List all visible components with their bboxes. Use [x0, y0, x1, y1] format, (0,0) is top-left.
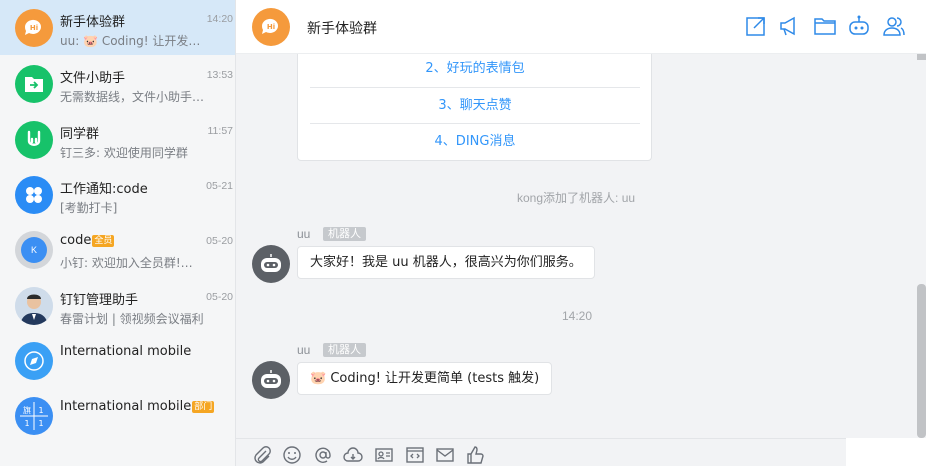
- emoji-icon[interactable]: [282, 445, 302, 465]
- scrollbar-top[interactable]: [917, 54, 926, 60]
- four-petal-icon: [26, 187, 42, 203]
- conversation-name-text: code: [60, 233, 92, 248]
- department-grid-icon: 旗 1 1 1: [20, 402, 48, 430]
- chat-group-avatar[interactable]: Hi: [252, 8, 290, 46]
- conversation-name: code 全员: [60, 233, 115, 248]
- code-snippet-icon[interactable]: [405, 445, 425, 465]
- conversation-time: 05-20: [206, 291, 233, 303]
- message-input[interactable]: [846, 438, 926, 466]
- folder-icon[interactable]: [813, 14, 837, 38]
- svg-text:1: 1: [38, 419, 43, 428]
- conversation-item-international-mobile[interactable]: International mobile: [0, 333, 235, 388]
- robot-icon[interactable]: [847, 14, 871, 38]
- message-sender: uu: [297, 343, 311, 357]
- robot-face-icon: [261, 370, 281, 388]
- robot-face-icon: [261, 254, 281, 272]
- conversation-item-new-user-group[interactable]: Hi 新手体验群 14:20 uu: 🐷 Coding! 让开发…: [0, 0, 235, 55]
- conversation-preview: 无需数据线，文件小助手…: [60, 90, 205, 104]
- department-tag: 部门: [192, 401, 215, 413]
- robot-avatar[interactable]: [252, 361, 290, 399]
- conversation-item-admin-helper[interactable]: 钉钉管理助手 05-20 春雷计划 | 领视频会议福利: [0, 278, 235, 333]
- app-window: Hi 新手体验群 14:20 uu: 🐷 Coding! 让开发… 文件小助手 …: [0, 0, 926, 466]
- rock-hand-icon: [27, 130, 41, 146]
- conversation-preview: 小钉: 欢迎加入全员群!…: [60, 256, 193, 270]
- compass-icon: [24, 351, 44, 371]
- admin-helper-avatar: [15, 287, 53, 325]
- svg-text:1: 1: [24, 419, 29, 428]
- group-avatar: Hi: [15, 9, 53, 47]
- cloud-icon[interactable]: [343, 445, 363, 465]
- announcement-icon[interactable]: [778, 14, 802, 38]
- international-avatar: [15, 342, 53, 380]
- system-message: kong添加了机器人: uu: [517, 191, 636, 205]
- message-bubble[interactable]: 🐷 Coding! 让开发更简单 (tests 触发): [297, 362, 553, 395]
- contact-card-icon[interactable]: [374, 445, 394, 465]
- mention-icon[interactable]: [313, 445, 333, 465]
- conversation-preview: [考勤打卡]: [60, 201, 118, 215]
- scrollbar-thumb[interactable]: [917, 284, 926, 438]
- chat-header: Hi 新手体验群: [236, 0, 926, 54]
- conversation-name: 同学群: [60, 127, 100, 142]
- person-photo-icon: [15, 287, 53, 325]
- code-avatar: K: [15, 231, 53, 269]
- mail-icon[interactable]: [435, 445, 455, 465]
- conversation-time: 11:57: [207, 125, 234, 137]
- conversation-name: 钉钉管理助手: [60, 293, 139, 308]
- conversation-name: 新手体验群: [60, 15, 126, 30]
- message-timestamp: 14:20: [562, 309, 593, 323]
- code-avatar-inner: K: [21, 237, 47, 263]
- conversation-item-code-group[interactable]: K code 全员 05-20 小钉: 欢迎加入全员群!…: [0, 222, 235, 277]
- file-helper-avatar: [15, 65, 53, 103]
- conversation-item-international-mobile-dept[interactable]: 旗 1 1 1 International mobile 部门: [0, 388, 235, 443]
- conversation-preview: 春雷计划 | 领视频会议福利: [60, 312, 204, 326]
- conversation-name: 文件小助手: [60, 71, 126, 86]
- intro-card: 2、好玩的表情包 3、聊天点赞 4、DING消息: [297, 54, 652, 161]
- conversation-item-classmates-group[interactable]: 同学群 11:57 钉三多: 欢迎使用同学群: [0, 112, 235, 167]
- robot-badge: 机器人: [323, 227, 366, 241]
- conversation-time: 13:53: [206, 69, 233, 81]
- work-notice-avatar: [15, 176, 53, 214]
- svg-text:Hi: Hi: [30, 24, 38, 32]
- composer-toolbar: [236, 438, 846, 466]
- thumbs-up-icon[interactable]: [465, 445, 485, 465]
- members-icon[interactable]: [882, 14, 906, 38]
- hi-bubble-icon: Hi: [24, 19, 41, 35]
- svg-text:旗: 旗: [23, 405, 31, 415]
- conversation-time: 05-21: [206, 180, 233, 192]
- conversation-time: 05-20: [206, 235, 233, 247]
- conversation-name: 工作通知:code: [60, 182, 148, 197]
- card-item-like[interactable]: 3、聊天点赞: [310, 88, 640, 124]
- conversation-item-file-helper[interactable]: 文件小助手 13:53 无需数据线，文件小助手…: [0, 56, 235, 111]
- classmates-avatar: [15, 121, 53, 159]
- message-bubble[interactable]: 大家好！我是 uu 机器人，很高兴为你们服务。: [297, 246, 595, 279]
- attachment-icon[interactable]: [252, 445, 272, 465]
- conversation-time: 14:20: [206, 13, 233, 25]
- share-icon[interactable]: [744, 14, 768, 38]
- conversation-list: Hi 新手体验群 14:20 uu: 🐷 Coding! 让开发… 文件小助手 …: [0, 0, 236, 466]
- conversation-item-work-notice[interactable]: 工作通知:code 05-21 [考勤打卡]: [0, 167, 235, 222]
- svg-text:Hi: Hi: [267, 23, 275, 31]
- robot-badge: 机器人: [323, 343, 366, 357]
- chat-title[interactable]: 新手体验群: [307, 18, 377, 38]
- message-area: 2、好玩的表情包 3、聊天点赞 4、DING消息 kong添加了机器人: uu …: [236, 54, 926, 438]
- svg-text:1: 1: [38, 406, 43, 415]
- conversation-preview: uu: 🐷 Coding! 让开发…: [60, 34, 201, 48]
- all-members-tag: 全员: [92, 235, 115, 247]
- conversation-name: International mobile: [60, 344, 192, 359]
- conversation-preview: 钉三多: 欢迎使用同学群: [60, 146, 188, 160]
- hi-bubble-icon: Hi: [261, 18, 278, 34]
- card-item-ding[interactable]: 4、DING消息: [310, 124, 640, 160]
- conversation-name: International mobile 部门: [60, 399, 215, 414]
- department-avatar: 旗 1 1 1: [15, 397, 53, 435]
- robot-avatar[interactable]: [252, 245, 290, 283]
- folder-transfer-icon: [25, 77, 43, 92]
- card-item-emoji[interactable]: 2、好玩的表情包: [310, 54, 640, 87]
- message-sender: uu: [297, 227, 311, 241]
- conversation-name-text: International mobile: [60, 399, 192, 414]
